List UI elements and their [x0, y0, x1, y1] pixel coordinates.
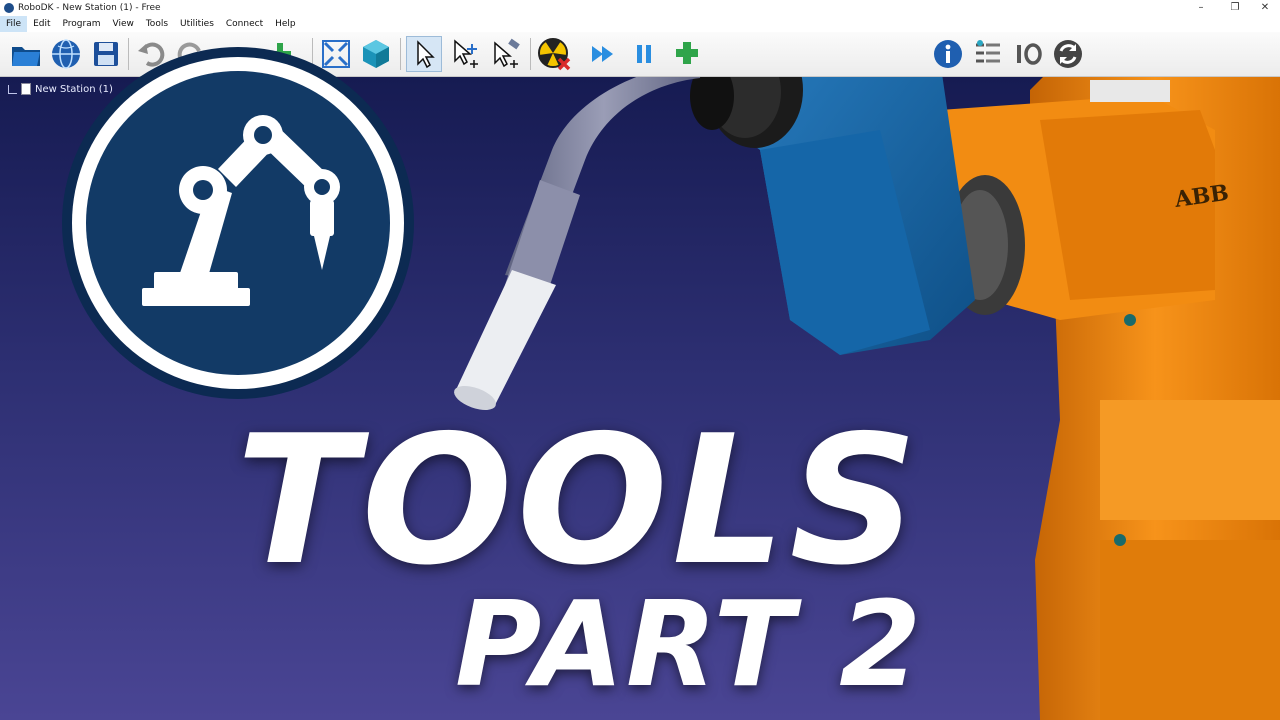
menu-edit[interactable]: Edit — [27, 16, 56, 32]
abb-robot-arm — [940, 77, 1280, 720]
menu-view[interactable]: View — [106, 16, 139, 32]
move-tool-icon[interactable] — [488, 36, 524, 72]
refresh-icon[interactable] — [1050, 36, 1086, 72]
collision-icon[interactable] — [536, 36, 572, 72]
robodk-app-icon — [4, 3, 14, 13]
move-reference-icon[interactable] — [448, 36, 484, 72]
close-button[interactable]: ✕ — [1250, 0, 1280, 16]
window-title: RoboDK - New Station (1) - Free — [18, 3, 161, 13]
minimize-button[interactable]: – — [1186, 0, 1216, 16]
add-target-icon[interactable] — [670, 36, 706, 72]
menu-file[interactable]: File — [0, 16, 28, 32]
menu-bar: File Edit Program View Tools Utilities C… — [0, 16, 1280, 32]
restore-button[interactable]: ❐ — [1220, 0, 1250, 16]
info-icon[interactable] — [930, 36, 966, 72]
io-icon[interactable] — [1010, 36, 1046, 72]
run-program-icon[interactable] — [585, 36, 621, 72]
title-bar: RoboDK - New Station (1) - Free – ❐ ✕ — [0, 0, 1280, 16]
welding-torch — [454, 77, 701, 411]
menu-utilities[interactable]: Utilities — [174, 16, 220, 32]
menu-tools[interactable]: Tools — [140, 16, 174, 32]
pause-icon[interactable] — [626, 36, 662, 72]
menu-program[interactable]: Program — [57, 16, 107, 32]
toolbar-separator — [530, 38, 531, 70]
menu-connect[interactable]: Connect — [220, 16, 269, 32]
open-folder-icon[interactable] — [8, 36, 44, 72]
robodk-logo — [60, 45, 416, 401]
menu-help[interactable]: Help — [269, 16, 302, 32]
program-list-icon[interactable] — [970, 36, 1006, 72]
